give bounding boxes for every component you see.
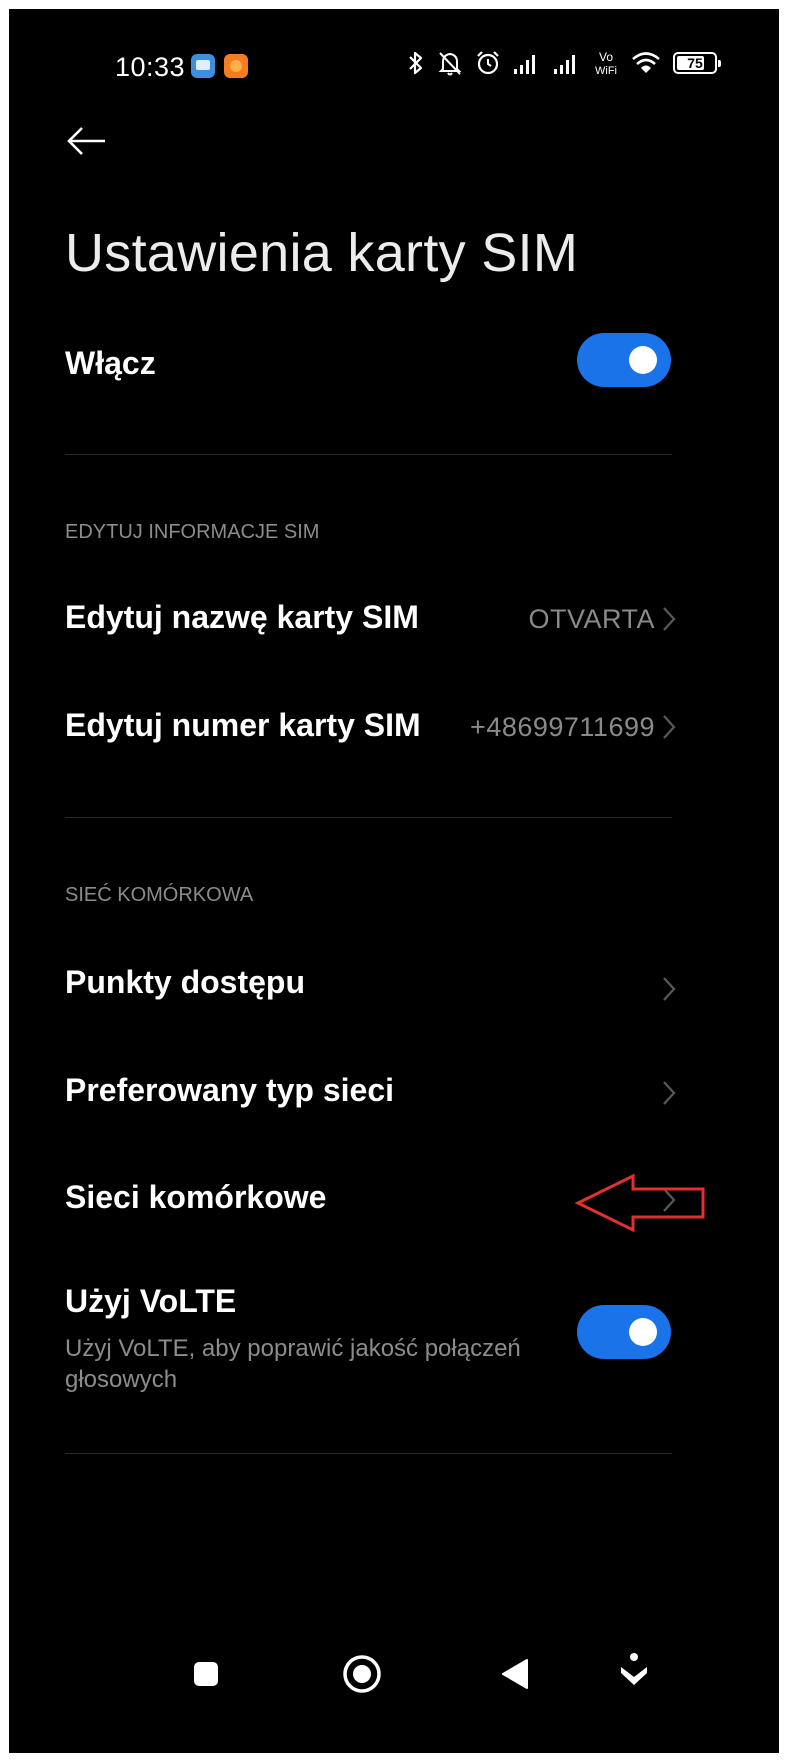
volte-subtitle: Użyj VoLTE, aby poprawić jakość połączeń… bbox=[65, 1335, 521, 1393]
signal-icon bbox=[554, 55, 575, 74]
status-icons: Vo WiFi 75 bbox=[407, 49, 721, 77]
bluetooth-icon bbox=[409, 51, 423, 75]
chevron-right-icon bbox=[663, 715, 676, 739]
edit-sim-number-label: Edytuj numer karty SIM bbox=[65, 707, 421, 743]
home-button[interactable] bbox=[341, 1653, 383, 1700]
mobile-networks-label: Sieci komórkowe bbox=[65, 1179, 327, 1215]
vowifi-icon: Vo WiFi bbox=[595, 50, 617, 77]
section-header-edit-sim: EDYTUJ INFORMACJE SIM bbox=[65, 521, 320, 543]
battery-cap bbox=[718, 60, 721, 67]
app-notification-icon-orange bbox=[224, 54, 248, 78]
back-nav-button[interactable] bbox=[499, 1657, 531, 1696]
edit-sim-number-row[interactable]: Edytuj numer karty SIM +48699711699 bbox=[9, 692, 779, 762]
recents-square-icon bbox=[194, 1662, 218, 1686]
chevron-right-icon bbox=[663, 977, 676, 1001]
toggle-knob bbox=[629, 1318, 657, 1346]
red-arrow-annotation bbox=[575, 1173, 705, 1233]
volte-row[interactable]: Użyj VoLTE Użyj VoLTE, aby poprawić jako… bbox=[9, 1271, 779, 1401]
edit-sim-name-label: Edytuj nazwę karty SIM bbox=[65, 599, 419, 635]
signal-icon bbox=[514, 55, 535, 74]
chevron-right-icon bbox=[663, 607, 676, 631]
navigation-bar bbox=[9, 1629, 779, 1753]
section-header-mobile-network: SIEĆ KOMÓRKOWA bbox=[65, 884, 254, 906]
muted-bell-icon bbox=[438, 52, 462, 76]
edit-sim-name-row[interactable]: Edytuj nazwę karty SIM OTVARTA bbox=[9, 584, 779, 654]
back-triangle-icon bbox=[502, 1659, 528, 1689]
hide-nav-arrow-icon bbox=[621, 1653, 647, 1685]
divider bbox=[65, 817, 672, 818]
chevron-right-icon bbox=[663, 1081, 676, 1105]
volte-label: Użyj VoLTE bbox=[65, 1283, 237, 1319]
back-button[interactable] bbox=[65, 121, 115, 165]
alarm-icon bbox=[477, 51, 499, 75]
svg-text:WiFi: WiFi bbox=[595, 65, 617, 77]
enable-sim-label: Włącz bbox=[65, 345, 156, 381]
status-time: 10:33 bbox=[115, 52, 186, 82]
phone-screen: 10:33 Vo WiFi 75 Ustawienia karty SIM Wł… bbox=[9, 9, 779, 1753]
divider bbox=[65, 1453, 672, 1454]
battery-level: 75 bbox=[687, 55, 703, 71]
arrow-left-icon bbox=[67, 127, 105, 155]
sim-name-value: OTVARTA bbox=[528, 604, 655, 634]
battery-icon: 75 bbox=[673, 52, 721, 74]
svg-text:Vo: Vo bbox=[599, 50, 613, 64]
page-title: Ustawienia karty SIM bbox=[65, 223, 579, 283]
toggle-knob bbox=[629, 346, 657, 374]
sim-number-value: +48699711699 bbox=[470, 712, 655, 742]
divider bbox=[65, 454, 672, 455]
app-notification-icon-blue bbox=[191, 54, 215, 78]
preferred-network-type-label: Preferowany typ sieci bbox=[65, 1072, 395, 1108]
home-circle-icon bbox=[343, 1655, 381, 1693]
access-points-label: Punkty dostępu bbox=[65, 964, 306, 1000]
recents-button[interactable] bbox=[191, 1659, 221, 1694]
preferred-network-type-row[interactable]: Preferowany typ sieci bbox=[9, 1057, 779, 1127]
enable-sim-toggle[interactable] bbox=[577, 333, 671, 387]
hide-nav-button[interactable] bbox=[617, 1651, 651, 1696]
wifi-icon bbox=[632, 52, 660, 73]
status-bar: 10:33 Vo WiFi 75 bbox=[9, 9, 779, 119]
volte-toggle[interactable] bbox=[577, 1305, 671, 1359]
enable-sim-row[interactable]: Włącz bbox=[9, 327, 779, 397]
access-points-row[interactable]: Punkty dostępu bbox=[9, 949, 779, 1019]
